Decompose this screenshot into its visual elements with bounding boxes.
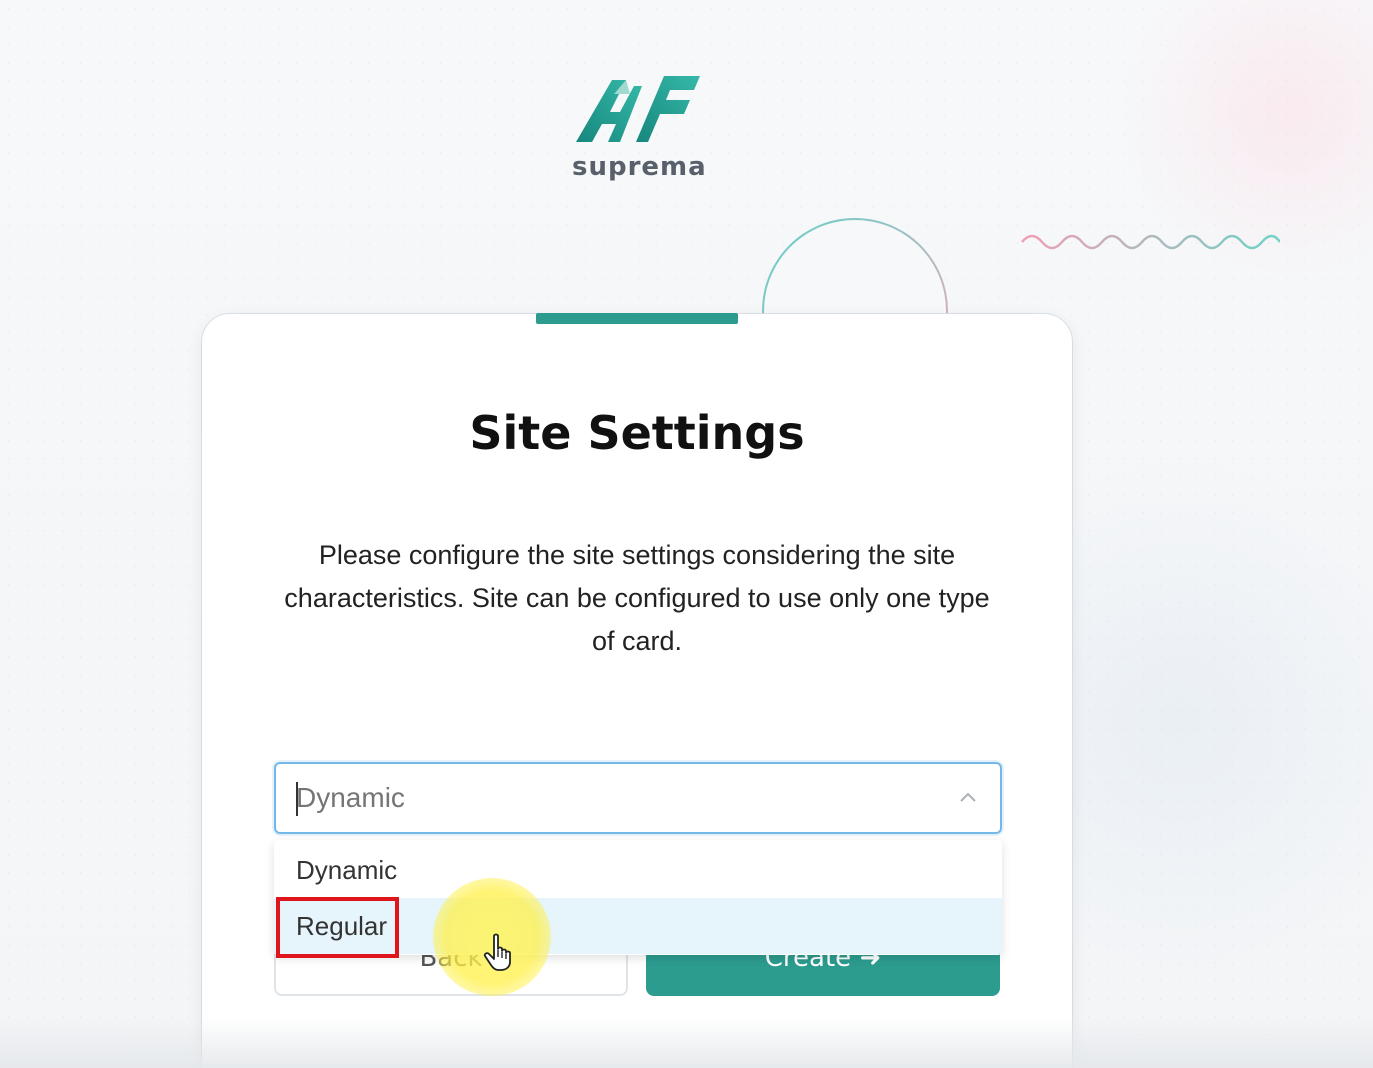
chevron-up-icon[interactable]	[958, 788, 978, 808]
decorative-wave	[1021, 234, 1280, 250]
option-dynamic[interactable]: Dynamic	[274, 842, 1002, 898]
af-logo-mark-icon	[576, 76, 700, 142]
card-type-select[interactable]	[274, 762, 1002, 834]
page-description: Please configure the site settings consi…	[284, 540, 990, 656]
brand-name: suprema	[572, 152, 707, 182]
step-progress-bar	[536, 313, 738, 324]
create-button[interactable]: Create ➜	[646, 948, 1000, 996]
hand-pointer-icon	[483, 933, 511, 971]
card-type-input[interactable]	[296, 764, 936, 832]
annotation-highlight-box	[276, 897, 399, 958]
page-title: Site Settings	[469, 406, 805, 460]
suprema-logo: suprema	[572, 72, 707, 188]
setup-screen: suprema Site Settings Please configure t…	[0, 0, 1373, 1068]
text-caret	[296, 782, 298, 816]
